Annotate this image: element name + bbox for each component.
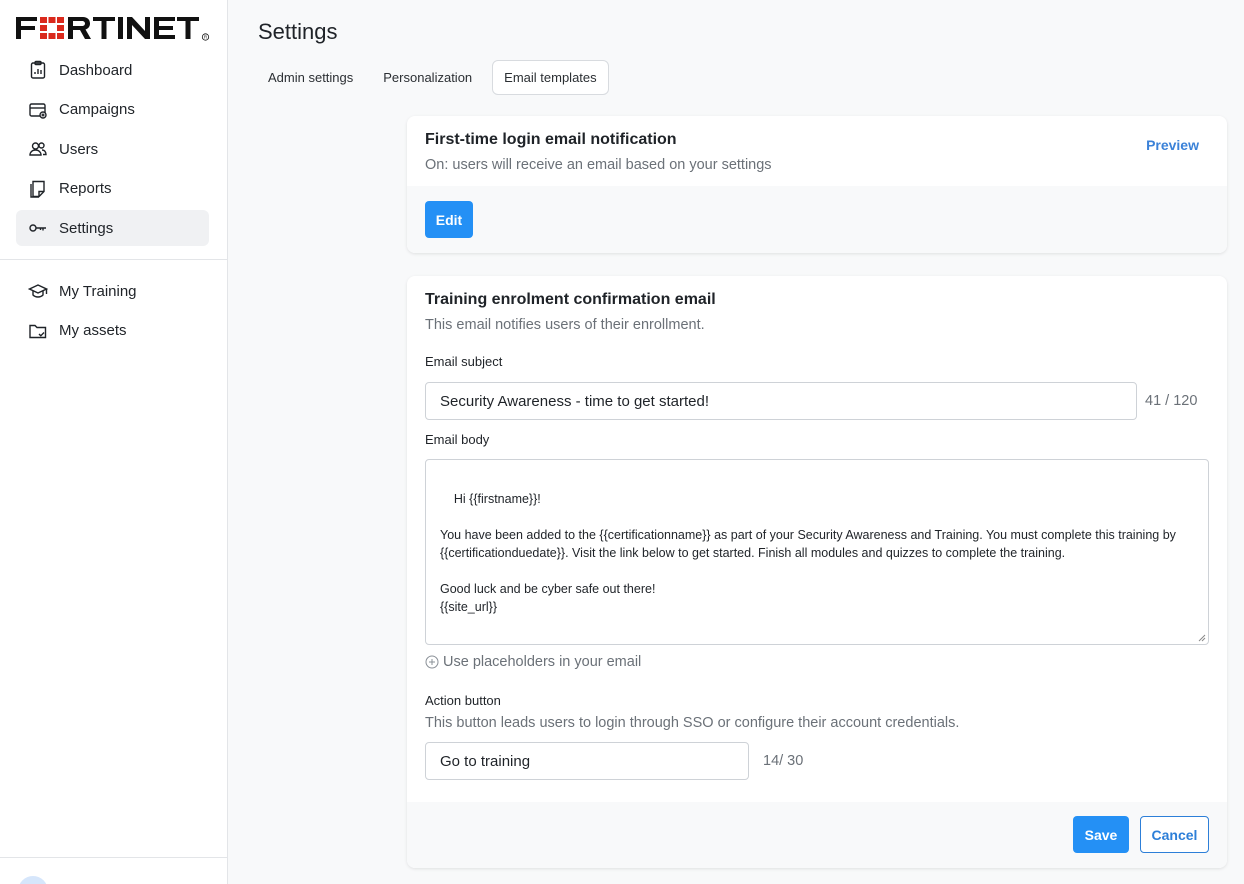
card-footer: Save Cancel bbox=[407, 802, 1227, 868]
sidebar-item-my-training[interactable]: My Training bbox=[16, 273, 209, 309]
resize-grip-icon[interactable] bbox=[1198, 634, 1206, 642]
action-button-input[interactable]: Go to training bbox=[425, 742, 749, 780]
tab-personalization[interactable]: Personalization bbox=[373, 60, 482, 95]
sidebar-item-users[interactable]: Users bbox=[16, 131, 209, 167]
card-header: First-time login email notification On: … bbox=[407, 116, 1227, 186]
edit-button[interactable]: Edit bbox=[425, 201, 473, 238]
email-subject-input[interactable]: Security Awareness - time to get started… bbox=[425, 382, 1137, 420]
sidebar-item-label: Campaigns bbox=[59, 101, 135, 118]
card-subtitle: This email notifies users of their enrol… bbox=[425, 317, 705, 333]
sidebar-item-label: Reports bbox=[59, 180, 112, 197]
avatar[interactable] bbox=[18, 876, 48, 884]
use-placeholders-link[interactable]: Use placeholders in your email bbox=[425, 654, 641, 670]
card-footer: Edit bbox=[407, 186, 1227, 253]
plus-circle-icon bbox=[425, 655, 439, 669]
sidebar-item-my-assets[interactable]: My assets bbox=[16, 313, 209, 349]
card-subtitle: On: users will receive an email based on… bbox=[425, 157, 772, 173]
tab-email-templates[interactable]: Email templates bbox=[492, 60, 609, 95]
sidebar-bottom-divider bbox=[0, 857, 227, 858]
sidebar-item-settings[interactable]: Settings bbox=[16, 210, 209, 246]
reports-icon bbox=[28, 179, 48, 199]
action-button-description: This button leads users to login through… bbox=[425, 715, 960, 731]
dashboard-icon bbox=[28, 60, 48, 80]
first-login-email-card: First-time login email notification On: … bbox=[407, 116, 1227, 253]
card-title: Training enrolment confirmation email bbox=[425, 291, 716, 308]
svg-text:R: R bbox=[204, 35, 208, 40]
email-subject-label: Email subject bbox=[425, 354, 503, 369]
users-icon bbox=[28, 139, 48, 159]
sidebar-divider bbox=[0, 259, 227, 260]
cancel-button[interactable]: Cancel bbox=[1140, 816, 1209, 853]
sidebar-item-label: My Training bbox=[59, 282, 137, 300]
graduation-cap-icon bbox=[28, 281, 48, 301]
sidebar-item-dashboard[interactable]: Dashboard bbox=[16, 52, 209, 88]
page-title: Settings bbox=[258, 19, 338, 44]
key-icon bbox=[28, 218, 48, 238]
action-button-label: Action button bbox=[425, 693, 501, 708]
tab-admin-settings[interactable]: Admin settings bbox=[258, 60, 363, 95]
sidebar: R Dashboard Campaigns Users Reports Sett… bbox=[0, 0, 228, 884]
fortinet-logo[interactable]: R bbox=[16, 14, 210, 42]
campaigns-icon bbox=[28, 100, 48, 120]
subject-char-counter: 41 / 120 bbox=[1145, 393, 1198, 409]
secondary-nav: My Training My assets bbox=[16, 273, 209, 352]
sidebar-item-label: Settings bbox=[59, 219, 114, 237]
action-char-counter: 14/ 30 bbox=[763, 753, 804, 769]
email-body-label: Email body bbox=[425, 432, 490, 447]
use-placeholders-label: Use placeholders in your email bbox=[443, 654, 642, 670]
preview-link[interactable]: Preview bbox=[1146, 137, 1199, 153]
card-title: First-time login email notification bbox=[425, 131, 677, 148]
sidebar-item-label: Dashboard bbox=[59, 61, 133, 79]
sidebar-item-label: Users bbox=[59, 140, 99, 158]
sidebar-item-campaigns[interactable]: Campaigns bbox=[16, 92, 209, 128]
sidebar-item-reports[interactable]: Reports bbox=[16, 171, 209, 207]
enrolment-email-card: Training enrolment confirmation email Th… bbox=[407, 276, 1227, 868]
folder-icon bbox=[28, 321, 48, 341]
primary-nav: Dashboard Campaigns Users Reports Settin… bbox=[16, 52, 209, 250]
email-body-text: Hi {{firstname}}! You have been added to… bbox=[440, 492, 1176, 614]
save-button[interactable]: Save bbox=[1073, 816, 1129, 853]
email-body-textarea[interactable]: Hi {{firstname}}! You have been added to… bbox=[425, 459, 1209, 645]
sidebar-item-label: My assets bbox=[59, 322, 127, 339]
settings-tabs: Admin settings Personalization Email tem… bbox=[258, 60, 619, 95]
